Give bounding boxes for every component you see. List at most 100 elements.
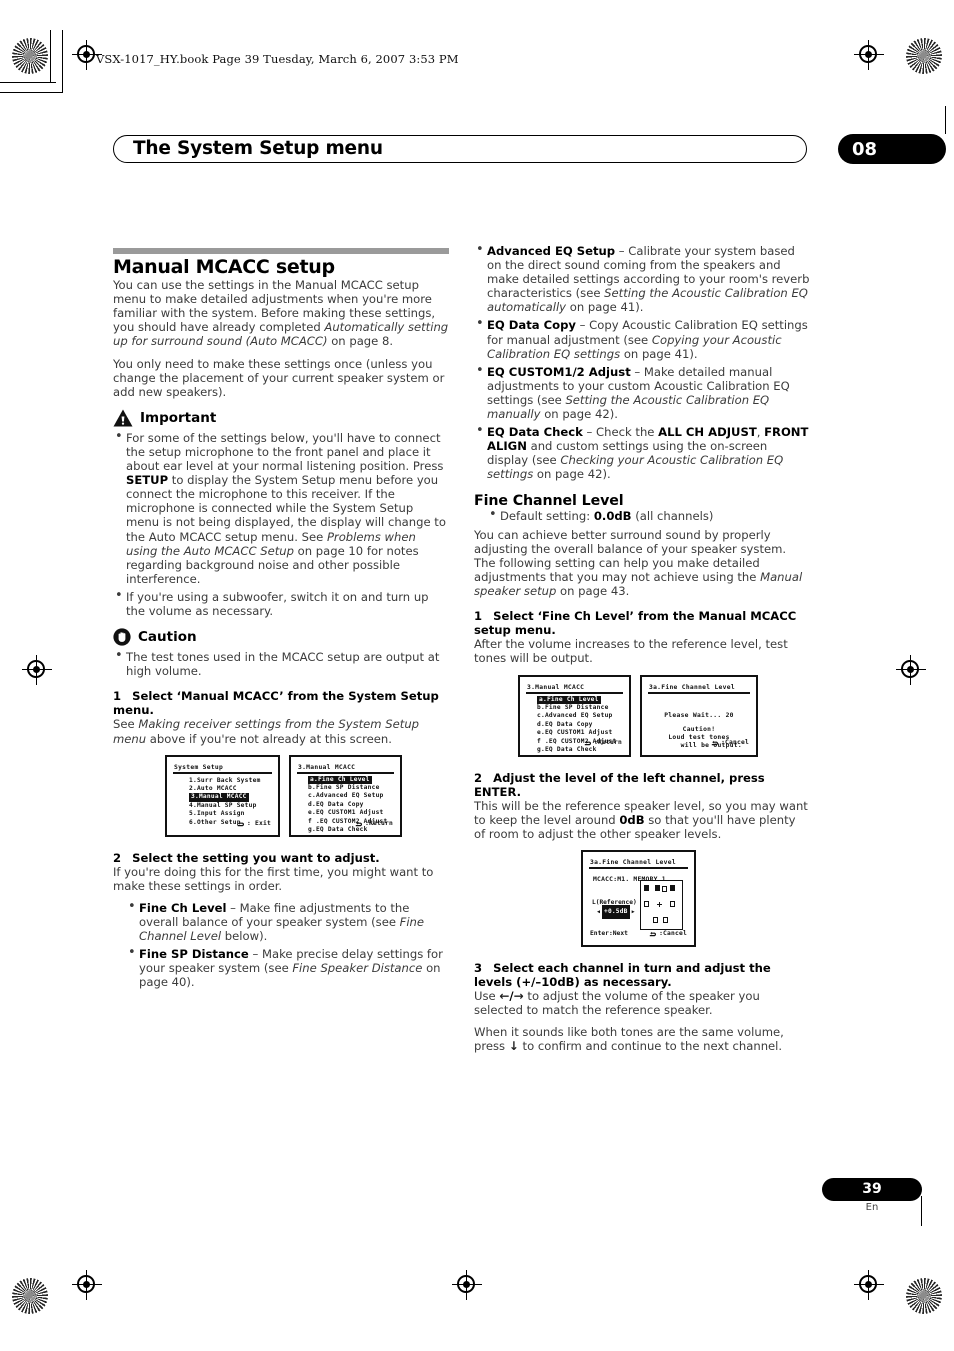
speaker-surround-back-left: [653, 917, 658, 923]
osd-footer: :Cancel: [649, 927, 687, 941]
left-step-2-bullets: Fine Ch Level – Make fine adjustments to…: [126, 900, 449, 990]
return-icon: [649, 930, 657, 938]
left-column: Manual MCACC setup You can use the setti…: [113, 248, 449, 995]
return-icon: [584, 739, 592, 747]
imp-b1-setup: SETUP: [126, 473, 169, 488]
osd-screens-row-1: System Setup 1.Surr Back System 2.Auto M…: [165, 754, 449, 837]
caution-label: Caution: [138, 629, 197, 646]
osd-item: c.Advanced EQ Setup: [308, 792, 384, 800]
important-label: Important: [140, 409, 217, 426]
osd-footer: :Cancel: [711, 736, 749, 750]
osd-divider: [526, 691, 623, 694]
list-item: EQ CUSTOM1/2 Adjust – Make detailed manu…: [474, 364, 810, 421]
bullet-term: EQ Data Copy: [487, 318, 576, 333]
registration-mark-mid-right: [896, 655, 926, 685]
speaker-front-right-small: [662, 886, 667, 892]
left-step1-b: above if you're not already at this scre…: [146, 731, 392, 746]
osd-footer-text: : Exit: [247, 819, 271, 827]
osd-manual-mcacc-2: 3.Manual MCACC a.Fine Ch Level b.Fine SP…: [518, 674, 631, 757]
left-step-2-title: Select the setting you want to adjust.: [132, 850, 380, 865]
crop-line-tl2-v: [62, 30, 63, 92]
registration-mark-top-right: [854, 40, 884, 70]
imp-b1-a: For some of the settings below, you'll h…: [126, 430, 444, 474]
osd-item: c.Advanced EQ Setup: [537, 712, 613, 720]
fine-channel-body: You can achieve better surround sound by…: [474, 527, 803, 599]
list-item: EQ Data Check – Check the ALL CH ADJUST,…: [474, 424, 810, 481]
right-step-1-heading: 1 Select ‘Fine Ch Level’ from the Manual…: [474, 609, 810, 637]
osd-screens-row-3: 3a.Fine Channel Level MCACC:M1. MEMORY 1…: [581, 850, 810, 947]
halftone-target-top-right: [906, 38, 942, 74]
speaker-center: [655, 885, 660, 891]
list-item: The test tones used in the MCACC setup a…: [113, 649, 449, 678]
chapter-number-badge: 08: [838, 106, 946, 164]
right-step-3-heading: 3 Select each channel in turn and adjust…: [474, 961, 810, 989]
speaker-front-left: [644, 885, 649, 891]
hand-stop-icon: [113, 628, 131, 646]
listening-position-icon: [657, 902, 662, 907]
list-item: Fine Ch Level – Make fine adjustments to…: [126, 900, 449, 943]
right-top-bullet-list: Advanced EQ Setup – Calibrate your syste…: [474, 243, 810, 482]
registration-mark-bottom-left: [72, 1270, 102, 1300]
default-setting-list: Default setting: 0.0dB (all channels): [487, 508, 810, 523]
osd-footer: : Exit: [237, 817, 271, 831]
return-icon: [711, 739, 719, 747]
bullet-term: Fine Ch Level: [139, 900, 227, 915]
section-title: Manual MCACC setup: [113, 256, 335, 278]
osd-screens-row-2: 3.Manual MCACC a.Fine Ch Level b.Fine SP…: [518, 674, 810, 757]
right-step-1-number: 1: [474, 609, 483, 624]
osd-footer: :Return: [584, 736, 622, 750]
right-step-2-heading: 2 Adjust the level of the left channel, …: [474, 771, 810, 799]
caution-heading: Caution: [113, 628, 449, 646]
speaker-surround-right: [670, 901, 675, 907]
left-step-2-heading: 2 Select the setting you want to adjust.: [113, 851, 449, 865]
list-item: Advanced EQ Setup – Calibrate your syste…: [474, 243, 810, 314]
intro-p1-b: on page 8.: [327, 334, 394, 349]
left-step-1-number: 1: [113, 689, 122, 704]
left-arrow-icon[interactable]: ◀: [597, 905, 600, 919]
crop-line-tl-h: [0, 82, 56, 83]
bullet-term: EQ Data Check: [487, 425, 583, 440]
bullet-term: Advanced EQ Setup: [487, 244, 616, 258]
chapter-title: The System Setup menu: [133, 138, 383, 159]
right-step-3-body: Use ←/→ to adjust the volume of the spea…: [474, 989, 760, 1018]
osd-item-selected: 3.Manual MCACC: [189, 793, 249, 802]
osd-item: b.Fine SP Distance: [308, 784, 380, 792]
right-arrow-icon[interactable]: ▶: [632, 905, 635, 919]
osd-footer-text: :Return: [365, 819, 393, 827]
left-step-1-title: Select ‘Manual MCACC’ from the System Se…: [113, 689, 439, 718]
warning-triangle-icon: [113, 409, 133, 427]
osd-fine-channel-adjust: 3a.Fine Channel Level MCACC:M1. MEMORY 1…: [581, 850, 696, 947]
list-item: EQ Data Copy – Copy Acoustic Calibration…: [474, 317, 810, 360]
osd-item: d.EQ Data Copy: [308, 800, 364, 808]
speaker-front-right: [670, 885, 675, 891]
return-icon: [237, 820, 245, 828]
important-heading: Important: [113, 409, 449, 427]
halftone-target-top-left: [12, 38, 48, 74]
left-step1-a: See: [113, 717, 139, 732]
default-value: 0.0dB: [593, 508, 632, 523]
book-file-line: VSX-1017_HY.book Page 39 Tuesday, March …: [96, 52, 459, 66]
osd-divider: [173, 771, 272, 774]
crop-line-tl2-h: [0, 92, 63, 93]
speaker-surround-left: [644, 901, 649, 907]
footer-tick-line: [921, 1196, 922, 1226]
osd-system-setup: System Setup 1.Surr Back System 2.Auto M…: [165, 754, 280, 837]
section-rule: [113, 248, 449, 254]
right-column: Advanced EQ Setup – Calibrate your syste…: [474, 243, 810, 1062]
list-item: Fine SP Distance – Make precise delay se…: [126, 946, 449, 989]
list-item: Default setting: 0.0dB (all channels): [487, 508, 810, 523]
osd-divider: [297, 771, 394, 774]
osd-level-value[interactable]: +0.5dB: [602, 905, 630, 920]
list-item: For some of the settings below, you'll h…: [113, 430, 449, 586]
osd-item-selected: a.Fine Ch Level: [537, 695, 601, 704]
speaker-layout-diagram: [640, 880, 683, 930]
registration-mark-bottom-center: [452, 1270, 482, 1300]
down-arrow-icon: ↓: [508, 1039, 519, 1054]
right-step-3-number: 3: [474, 961, 483, 975]
chapter-number-text: 08: [852, 139, 878, 160]
left-arrow-icon: ←: [499, 989, 510, 1004]
osd-item: 4.Manual SP Setup: [189, 801, 257, 809]
registration-mark-bottom-right: [854, 1270, 884, 1300]
return-icon: [355, 820, 363, 828]
important-bullet-list: For some of the settings below, you'll h…: [113, 430, 449, 618]
